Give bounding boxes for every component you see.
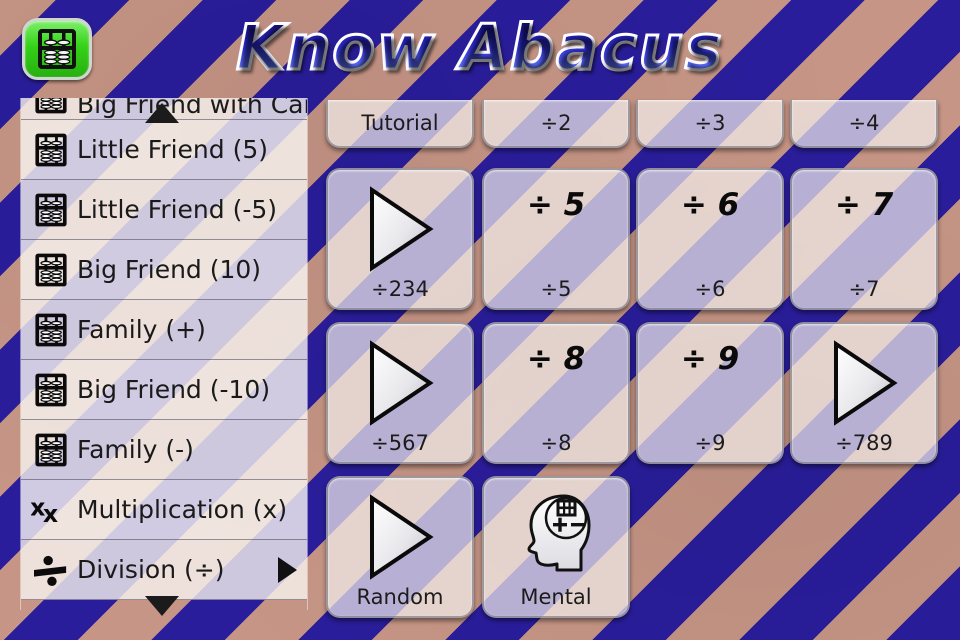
division-icon-glyph [34, 555, 67, 586]
multiplication-icon-glyph: xx [31, 493, 58, 527]
abacus-icon-glyph [35, 373, 67, 406]
tile-caption: ÷234 [371, 277, 429, 301]
sidebar-item-label: Little Friend (5) [77, 135, 268, 164]
sidebar-item[interactable]: Big Friend (10) [21, 240, 307, 300]
exercise-tile[interactable]: ÷3 [636, 100, 784, 148]
sidebar-item-label: Division (÷) [77, 555, 225, 584]
tile-caption: ÷9 [694, 431, 726, 455]
sidebar-item[interactable]: Big Friend (-10) [21, 360, 307, 420]
abacus-icon-glyph [35, 253, 67, 286]
exercise-tile[interactable]: Random [326, 476, 474, 618]
exercise-tile[interactable]: ÷ 8 ÷8 [482, 322, 630, 464]
exercise-tile[interactable]: ÷ 7 ÷7 [790, 168, 938, 310]
abacus-icon [29, 128, 73, 172]
abacus-icon-glyph [35, 133, 67, 166]
abacus-icon [29, 368, 73, 412]
exercise-grid: Tutorial ÷2 ÷3 ÷4 ÷234 ÷ 5 ÷5 ÷ 6 ÷6 ÷ 7 ÷7 ÷567 ÷ 8… [326, 0, 960, 640]
abacus-icon [29, 248, 73, 292]
exercise-tile[interactable]: ÷234 [326, 168, 474, 310]
sidebar-item[interactable]: Family (-) [21, 420, 307, 480]
tile-operation-label: ÷ 6 [680, 187, 740, 223]
abacus-icon-glyph [35, 313, 67, 346]
mental-head-icon [519, 492, 593, 576]
sidebar-item-label: Little Friend (-5) [77, 195, 278, 224]
sidebar-item-label: Multiplication (x) [77, 495, 288, 524]
abacus-icon-glyph [35, 193, 67, 226]
tile-operation-label: ÷ 7 [834, 187, 894, 223]
play-triangle-icon [370, 186, 434, 272]
tile-caption: ÷4 [848, 110, 880, 135]
play-triangle-icon [365, 186, 435, 276]
abacus-icon [29, 428, 73, 472]
tile-caption: ÷8 [540, 431, 572, 455]
exercise-tile[interactable]: ÷2 [482, 100, 630, 148]
division-icon [29, 548, 73, 592]
scroll-up-arrow-icon[interactable] [145, 103, 179, 123]
tile-caption: ÷5 [540, 277, 572, 301]
exercise-tile[interactable]: ÷ 9 ÷9 [636, 322, 784, 464]
sidebar-item-label: Big Friend with Carry [77, 98, 307, 119]
tile-operation-label: ÷ 5 [526, 187, 586, 223]
abacus-icon-glyph [35, 98, 67, 114]
app-root: Know Abacus Big Friend with CarryLittle … [0, 0, 960, 640]
tile-caption: ÷3 [694, 110, 726, 135]
mental-head-icon [527, 494, 591, 572]
sidebar-item[interactable]: Little Friend (5) [21, 120, 307, 180]
sidebar-item-label: Family (+) [77, 315, 206, 344]
exercise-tile[interactable]: ÷ 5 ÷5 [482, 168, 630, 310]
abacus-icon [29, 98, 73, 119]
exercise-tile[interactable]: Mental [482, 476, 630, 618]
scroll-down-arrow-icon[interactable] [145, 596, 179, 616]
multiplication-icon: xx [29, 488, 73, 532]
abacus-icon [29, 308, 73, 352]
tile-caption: Mental [520, 585, 592, 609]
svg-text:x: x [43, 499, 58, 526]
play-triangle-icon [370, 340, 434, 426]
tile-caption: ÷567 [371, 431, 429, 455]
tile-caption: ÷7 [848, 277, 880, 301]
play-triangle-icon [365, 340, 435, 430]
play-triangle-icon [365, 494, 435, 584]
sidebar-item[interactable]: Division (÷) [21, 540, 307, 600]
play-triangle-icon [370, 494, 434, 580]
tile-operation-label: ÷ 8 [526, 341, 586, 377]
lesson-menu-list[interactable]: Big Friend with Carry Little Friend (5) Li… [20, 98, 308, 610]
sidebar-item-label: Big Friend (-10) [77, 375, 271, 404]
tile-operation-label: ÷ 9 [680, 341, 740, 377]
sidebar-item-label: Big Friend (10) [77, 255, 262, 284]
sidebar-item-label: Family (-) [77, 435, 194, 464]
exercise-tile[interactable]: ÷789 [790, 322, 938, 464]
sidebar-item[interactable]: Family (+) [21, 300, 307, 360]
tile-caption: Random [356, 585, 444, 609]
tile-caption: ÷6 [694, 277, 726, 301]
play-triangle-icon [834, 340, 898, 426]
abacus-icon-glyph [35, 433, 67, 466]
sidebar-item[interactable]: x x Multiplication (x) [21, 480, 307, 540]
exercise-tile[interactable]: ÷4 [790, 100, 938, 148]
chevron-right-icon [278, 556, 297, 583]
exercise-tile[interactable]: ÷ 6 ÷6 [636, 168, 784, 310]
play-triangle-icon [829, 340, 899, 430]
exercise-tile[interactable]: Tutorial [326, 100, 474, 148]
abacus-icon [29, 188, 73, 232]
tile-caption: Tutorial [361, 110, 439, 135]
sidebar-item[interactable]: Little Friend (-5) [21, 180, 307, 240]
exercise-tile[interactable]: ÷567 [326, 322, 474, 464]
tile-caption: ÷789 [835, 431, 893, 455]
tile-caption: ÷2 [540, 110, 572, 135]
